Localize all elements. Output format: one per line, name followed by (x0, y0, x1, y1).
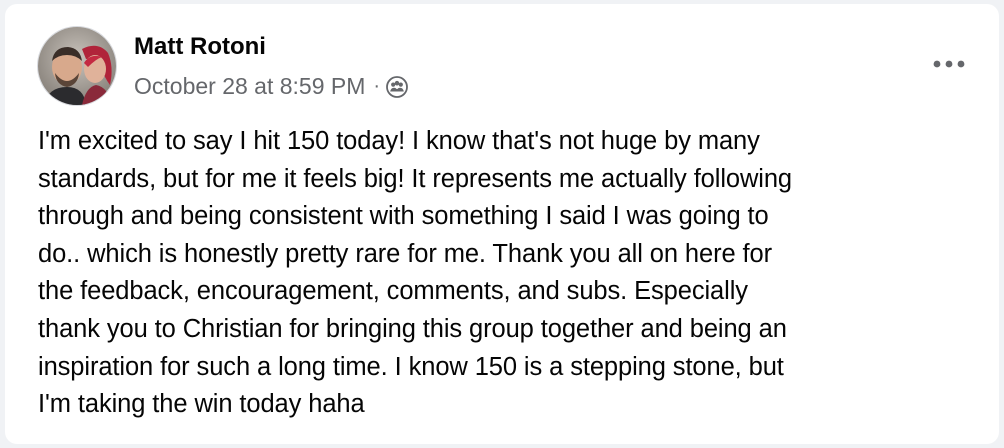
author-name[interactable]: Matt Rotoni (134, 33, 266, 61)
meta-separator: · (373, 75, 381, 97)
post-text: I'm excited to say I hit 150 today! I kn… (38, 127, 793, 419)
group-members-icon[interactable] (386, 75, 408, 98)
author-avatar[interactable] (37, 26, 117, 106)
more-options-button[interactable] (929, 50, 969, 78)
avatar-photo (38, 27, 116, 105)
post-card: Matt Rotoni October 28 at 8:59 PM · I'm … (5, 4, 999, 444)
more-options-icon (932, 55, 966, 73)
post-timestamp[interactable]: October 28 at 8:59 PM (134, 73, 365, 100)
post-meta: October 28 at 8:59 PM · (134, 73, 408, 100)
